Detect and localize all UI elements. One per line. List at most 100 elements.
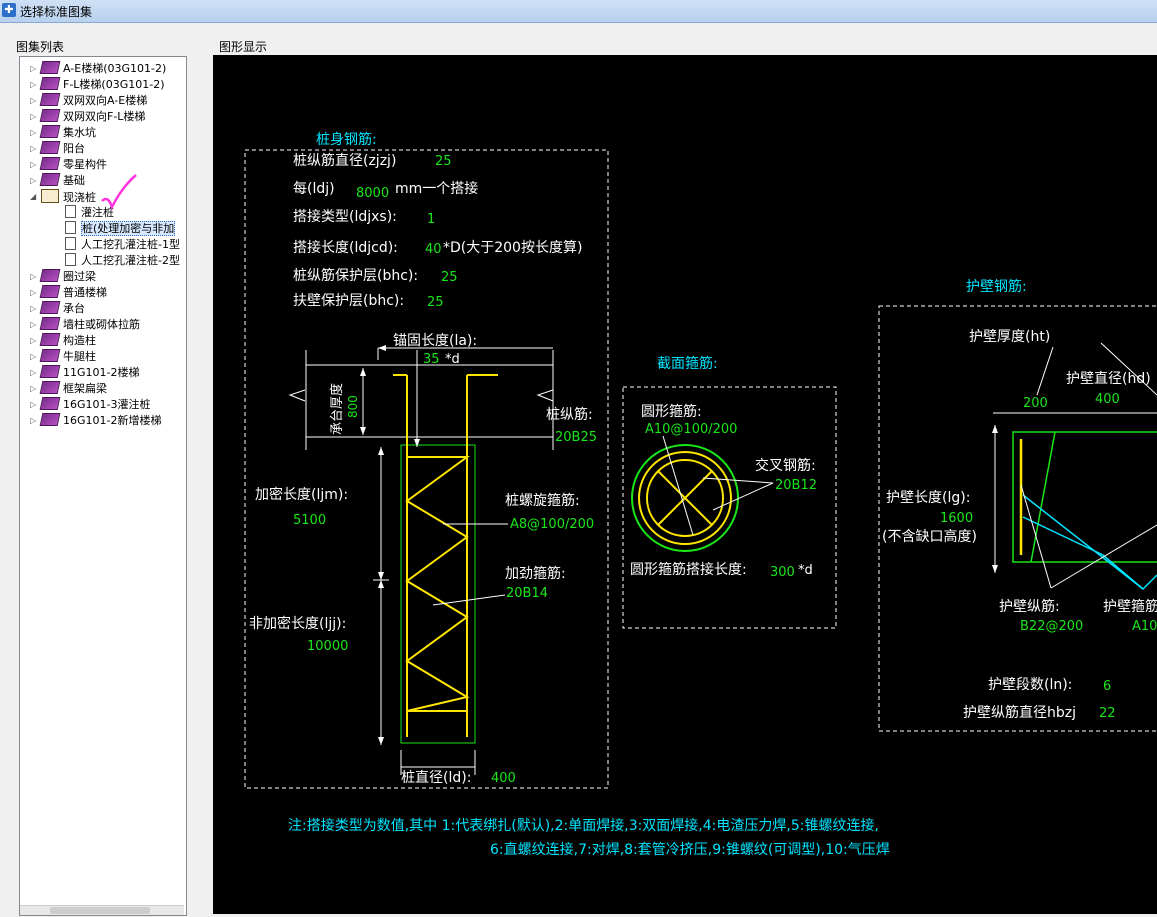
tree-item-constr-column[interactable]: ▷ 构造柱 — [30, 333, 96, 349]
expand-arrow-icon[interactable]: ▷ — [30, 397, 40, 413]
cross-bar-label: 交叉钢筋: — [755, 457, 816, 474]
wall-thickness-label: 护壁厚度(ht) — [969, 329, 1050, 345]
window-title: 选择标准图集 — [20, 5, 93, 19]
tree-item-wall-tie[interactable]: ▷ 墙柱或砌体拉筋 — [30, 317, 140, 333]
document-icon — [65, 205, 76, 218]
book-icon — [39, 317, 61, 330]
ljm-label: 加密长度(ljm): — [255, 486, 348, 503]
ljm-value: 5100 — [293, 513, 326, 528]
tree-item-ring-beam[interactable]: ▷ 圈过梁 — [30, 269, 96, 285]
note-line-2: 6:直螺纹连接,7:对焊,8:套管冷挤压,9:锥螺纹(可调型),10:气压焊 — [490, 841, 890, 858]
ldjxs-value: 1 — [427, 212, 435, 227]
book-icon — [39, 61, 61, 74]
expand-arrow-icon[interactable]: ▷ — [30, 381, 40, 397]
book-icon — [39, 285, 61, 298]
wall-bar-diameter-label: 护壁纵筋直径hbzj — [963, 704, 1076, 721]
tree-item-corbel-column[interactable]: ▷ 牛腿柱 — [30, 349, 96, 365]
expand-arrow-icon[interactable]: ▷ — [30, 413, 40, 429]
pile-body-title: 桩身钢筋: — [316, 131, 377, 148]
spiral-value: A8@100/200 — [510, 517, 594, 532]
expand-arrow-icon[interactable]: ▷ — [30, 109, 40, 125]
lap-length-suffix: *d — [798, 563, 813, 578]
atlas-tree[interactable]: ▷ A-E楼梯(03G101-2) ▷ F-L楼梯(03G101-2) ▷ 双网双向A… — [19, 56, 187, 916]
expand-arrow-icon[interactable]: ▷ — [30, 333, 40, 349]
wall-diameter-label: 护壁直径(hd) — [1066, 370, 1151, 387]
tree-item-manual-pile-2[interactable]: 人工挖孔灌注桩-2型 — [65, 253, 180, 269]
tree-item-16g101-2-stairs[interactable]: ▷ 16G101-2新增楼梯 — [30, 413, 161, 429]
book-icon — [39, 125, 61, 138]
expand-arrow-icon[interactable]: ▷ — [30, 285, 40, 301]
fbhc-label: 扶壁保护层(bhc): — [293, 293, 404, 309]
fbhc-value: 25 — [427, 295, 444, 310]
expand-arrow-icon[interactable]: ▷ — [30, 157, 40, 173]
wall-stirrup-label: 护壁箍筋 — [1103, 598, 1157, 615]
book-icon — [39, 141, 61, 154]
stiff-label: 加劲箍筋: — [505, 565, 566, 582]
zjzj-label: 桩纵筋直径(zjzj) — [293, 152, 396, 169]
book-icon — [39, 333, 61, 346]
ldj-label: 每(ldj) — [293, 181, 335, 197]
expand-arrow-icon[interactable]: ▷ — [30, 93, 40, 109]
tree-item-double-fl[interactable]: ▷ 双网双向F-L楼梯 — [30, 109, 145, 125]
tree-item-misc[interactable]: ▷ 零星构件 — [30, 157, 107, 173]
expand-arrow-icon[interactable]: ▷ — [30, 125, 40, 141]
wall-long-bar-label: 护壁纵筋: — [999, 598, 1060, 615]
expand-arrow-icon[interactable]: ▷ — [30, 77, 40, 93]
tree-item-pile-cap[interactable]: ▷ 承台 — [30, 301, 85, 317]
collapse-arrow-icon[interactable]: ◢ — [30, 189, 40, 205]
book-icon — [39, 269, 61, 282]
title-bar: ✚ 选择标准图集 — [0, 0, 1157, 23]
circle-stirrup-value: A10@100/200 — [645, 422, 737, 437]
document-icon — [65, 237, 76, 250]
tree-item-foundation[interactable]: ▷ 基础 — [30, 173, 85, 189]
expand-arrow-icon[interactable]: ▷ — [30, 269, 40, 285]
wall-title: 护壁钢筋: — [966, 278, 1027, 295]
wall-diameter-value: 400 — [1095, 392, 1120, 407]
scrollbar-thumb[interactable] — [50, 907, 150, 914]
la-label: 锚固长度(la): — [393, 333, 477, 349]
book-icon — [39, 157, 61, 170]
tree-item-balcony[interactable]: ▷ 阳台 — [30, 141, 85, 157]
expand-arrow-icon[interactable]: ▷ — [30, 317, 40, 333]
ldj-value: 8000 — [356, 186, 389, 201]
bhc-value: 25 — [441, 270, 458, 285]
tree-item-normal-stairs[interactable]: ▷ 普通楼梯 — [30, 285, 107, 301]
expand-arrow-icon[interactable]: ▷ — [30, 141, 40, 157]
ldjcd-value: 40 — [425, 242, 442, 257]
cap-thickness-label: 承台厚度 — [329, 383, 345, 435]
wall-thickness-value: 200 — [1023, 396, 1048, 411]
bhc-label: 桩纵筋保护层(bhc): — [293, 267, 418, 284]
wall-frame — [878, 305, 1157, 732]
book-icon — [39, 77, 61, 90]
book-icon — [39, 109, 61, 122]
expand-arrow-icon[interactable]: ▷ — [30, 173, 40, 189]
wall-stirrup-value: A10 — [1132, 619, 1157, 634]
tree-item-sump[interactable]: ▷ 集水坑 — [30, 125, 96, 141]
note-line-1: 注:搭接类型为数值,其中 1:代表绑扎(默认),2:单面焊接,3:双面焊接,4:… — [288, 817, 879, 834]
tree-item-manual-pile-1[interactable]: 人工挖孔灌注桩-1型 — [65, 237, 180, 253]
ldj-suffix: mm一个搭接 — [395, 180, 478, 197]
expand-arrow-icon[interactable]: ▷ — [30, 301, 40, 317]
tree-item-flat-beam[interactable]: ▷ 框架扁梁 — [30, 381, 107, 397]
tree-item-cast-pile[interactable]: ◢ 现浇桩 — [30, 189, 96, 205]
ld-label: 桩直径(ld): — [401, 769, 471, 786]
tree-item-ae-stairs[interactable]: ▷ A-E楼梯(03G101-2) — [30, 61, 166, 77]
ldjcd-label: 搭接长度(ldjcd): — [293, 239, 398, 256]
long-bar-value: 20B25 — [555, 430, 597, 445]
tree-item-pile-dense[interactable]: 桩(处理加密与非加 — [65, 221, 176, 237]
atlas-list-label: 图集列表 — [16, 40, 65, 54]
tree-item-fl-stairs[interactable]: ▷ F-L楼梯(03G101-2) — [30, 77, 165, 93]
expand-arrow-icon[interactable]: ▷ — [30, 61, 40, 77]
ljj-value: 10000 — [307, 639, 348, 654]
expand-arrow-icon[interactable]: ▷ — [30, 365, 40, 381]
tree-item-16g101-3-pile[interactable]: ▷ 16G101-3灌注桩 — [30, 397, 150, 413]
tree-item-11g101-stairs[interactable]: ▷ 11G101-2楼梯 — [30, 365, 139, 381]
expand-arrow-icon[interactable]: ▷ — [30, 349, 40, 365]
cross-bar-value: 20B12 — [775, 478, 817, 493]
zjzj-value: 25 — [435, 154, 452, 169]
book-icon — [39, 365, 61, 378]
ljj-label: 非加密长度(ljj): — [249, 615, 346, 632]
tree-item-double-ae[interactable]: ▷ 双网双向A-E楼梯 — [30, 93, 147, 109]
graphic-display-label: 图形显示 — [219, 40, 268, 54]
drawing-canvas: 桩身钢筋: 桩纵筋直径(zjzj) 25 每(ldj) 8000 mm一个搭接 … — [213, 55, 1157, 914]
